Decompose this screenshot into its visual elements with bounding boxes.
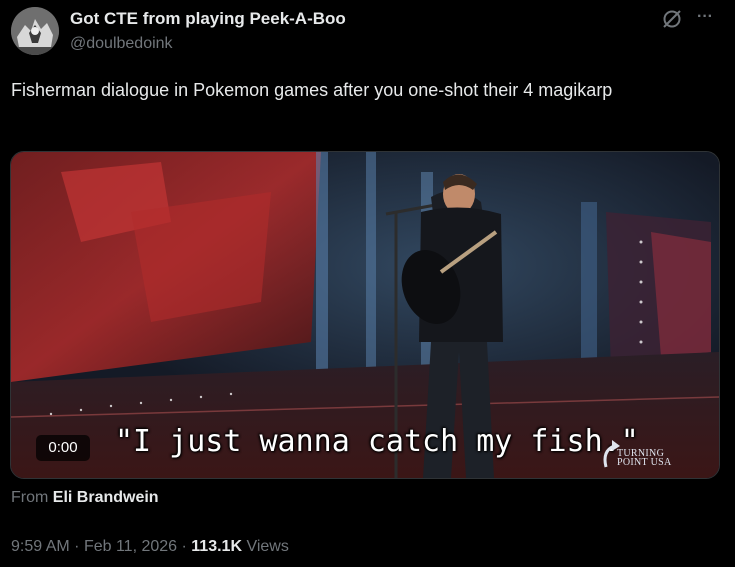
turning-point-logo: TURNING POINT USA (600, 437, 680, 471)
logo-line-2: POINT USA (617, 457, 672, 468)
more-icon[interactable]: ··· (693, 5, 717, 29)
grok-icon[interactable] (661, 8, 683, 30)
attribution-source-link[interactable]: Eli Brandwein (53, 489, 159, 506)
separator-dot: · (181, 538, 187, 555)
tweet-metadata: 9:59 AM · Feb 11, 2026 · 113.1K Views (11, 538, 289, 556)
attribution-prefix: From (11, 489, 49, 506)
author-handle[interactable]: @doulbedoink (70, 35, 173, 53)
views-count: 113.1K (191, 538, 242, 555)
separator-dot: · (74, 538, 80, 555)
tweet-time[interactable]: 9:59 AM (11, 538, 70, 555)
tweet-text: Fisherman dialogue in Pokemon games afte… (11, 80, 613, 100)
media-attribution: From Eli Brandwein (11, 489, 159, 507)
video-subtitle: "I just wanna catch my fish." (115, 424, 639, 459)
avatar[interactable] (11, 7, 59, 55)
video-player[interactable]: 0:00 "I just wanna catch my fish." TURNI… (10, 151, 720, 479)
tweet-date[interactable]: Feb 11, 2026 (84, 538, 177, 555)
video-timestamp[interactable]: 0:00 (36, 435, 90, 461)
views-label: Views (246, 538, 289, 555)
author-display-name[interactable]: Got CTE from playing Peek-A-Boo (70, 9, 346, 29)
